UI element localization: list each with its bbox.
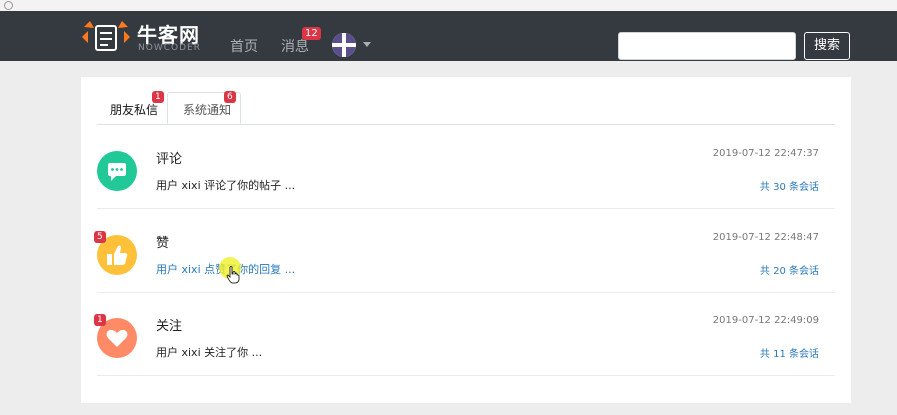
notice-count-link[interactable]: 共 30 条会话 <box>760 178 819 193</box>
notice-time: 2019-07-12 22:48:47 <box>712 232 819 243</box>
notice-item-follow[interactable]: 1 关注 用户 xixi 关注了你 ... 2019-07-12 22:49:0… <box>94 292 835 376</box>
navbar: 牛客网 NOWCODER 首页 消息 12 搜索 <box>0 11 897 61</box>
tab-system-notices[interactable]: 系统通知 6 <box>167 91 241 124</box>
notice-count-link[interactable]: 共 20 条会话 <box>760 262 819 277</box>
notice-summary-link[interactable]: 用户 xixi 关注了你 ... <box>156 344 262 360</box>
notice-badge: 1 <box>94 314 106 326</box>
nav-home-link[interactable]: 首页 <box>230 36 258 56</box>
user-menu-caret-icon[interactable] <box>363 42 371 47</box>
notice-badge: 5 <box>94 231 106 243</box>
avatar-cross-horizontal <box>332 43 356 47</box>
notice-time: 2019-07-12 22:49:09 <box>712 315 819 326</box>
notice-item-comment[interactable]: 评论 用户 xixi 评论了你的帖子 ... 2019-07-12 22:47:… <box>97 125 835 209</box>
tab-badge: 1 <box>152 91 164 103</box>
logo-icon <box>82 21 130 51</box>
browser-status-icon <box>4 1 13 10</box>
message-card: 朋友私信 1 系统通知 6 评论 用户 xixi 评论了你的帖子 ... 201… <box>81 77 851 403</box>
logo-subtext: NOWCODER <box>138 43 201 53</box>
site-logo[interactable]: 牛客网 NOWCODER <box>80 17 210 57</box>
search-button[interactable]: 搜索 <box>804 32 850 60</box>
notice-title: 关注 <box>156 319 183 334</box>
notice-time: 2019-07-12 22:47:37 <box>712 148 819 159</box>
notice-item-like[interactable]: 5 赞 用户 xixi 点赞了你的回复 ... 2019-07-12 22:48… <box>94 209 835 293</box>
hand-cursor-icon <box>226 266 240 284</box>
message-tabs: 朋友私信 1 系统通知 6 <box>97 91 835 125</box>
comment-icon <box>97 151 137 191</box>
messages-badge: 12 <box>302 27 321 40</box>
search-input[interactable] <box>618 32 796 60</box>
notice-title: 评论 <box>156 152 183 167</box>
user-avatar[interactable] <box>332 33 356 57</box>
notice-count-link[interactable]: 共 11 条会话 <box>760 345 819 360</box>
notice-title: 赞 <box>156 236 170 251</box>
tab-friend-messages[interactable]: 朋友私信 1 <box>97 91 164 124</box>
tab-badge: 6 <box>224 91 236 103</box>
tab-label: 朋友私信 <box>110 103 159 117</box>
tab-label: 系统通知 <box>183 103 232 117</box>
notice-summary-link[interactable]: 用户 xixi 评论了你的帖子 ... <box>156 177 295 193</box>
